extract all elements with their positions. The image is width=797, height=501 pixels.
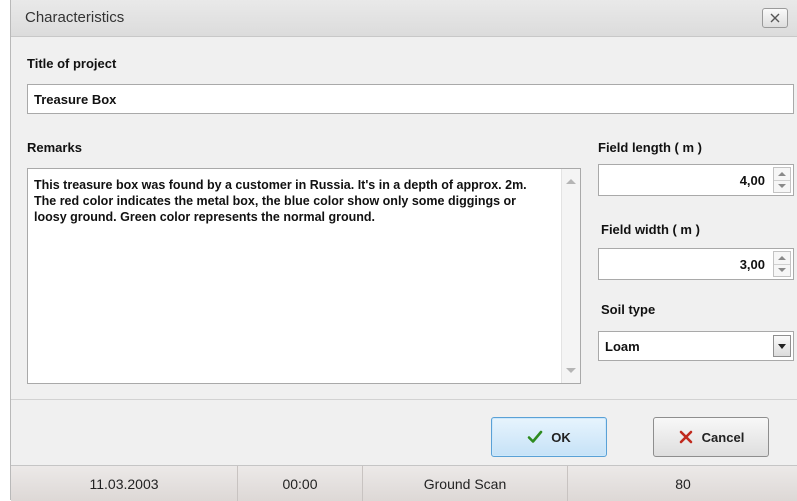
soil-type-value: Loam	[605, 339, 640, 354]
scroll-up-icon[interactable]	[566, 179, 576, 184]
chevron-up-icon	[778, 256, 786, 260]
title-bar: Characteristics	[11, 0, 797, 37]
status-value: 80	[675, 475, 691, 492]
close-button[interactable]	[762, 8, 788, 28]
chevron-up-icon	[778, 172, 786, 176]
remarks-textarea[interactable]: This treasure box was found by a custome…	[27, 168, 581, 384]
project-title-value: Treasure Box	[34, 92, 117, 107]
remarks-label: Remarks	[27, 140, 82, 155]
field-length-value: 4,00	[739, 173, 765, 188]
window-title: Characteristics	[25, 9, 125, 26]
project-title-label: Title of project	[27, 56, 117, 71]
chevron-down-icon	[778, 343, 786, 349]
field-width-spin-buttons	[773, 251, 791, 277]
field-width-value: 3,00	[739, 257, 765, 272]
ok-label: OK	[551, 429, 571, 445]
remarks-scrollbar[interactable]	[561, 169, 580, 383]
checkmark-icon	[527, 430, 543, 443]
soil-type-dropdown-button[interactable]	[773, 335, 791, 357]
characteristics-dialog: Characteristics Title of project Treasur…	[10, 0, 797, 501]
field-length-spin-buttons	[773, 167, 791, 193]
cancel-label: Cancel	[701, 429, 745, 445]
status-date: 11.03.2003	[11, 466, 238, 501]
divider	[11, 399, 797, 400]
field-length-decrement[interactable]	[774, 180, 790, 192]
chevron-down-icon	[778, 268, 786, 272]
status-mode: Ground Scan	[363, 466, 568, 501]
scroll-down-icon[interactable]	[566, 368, 576, 373]
field-length-label: Field length ( m )	[598, 140, 702, 155]
close-icon	[770, 13, 780, 23]
cross-icon	[679, 430, 692, 444]
status-time: 00:00	[238, 466, 363, 501]
soil-type-select[interactable]: Loam	[598, 331, 794, 361]
chevron-down-icon	[778, 184, 786, 188]
field-width-decrement[interactable]	[774, 264, 790, 276]
cancel-button[interactable]: Cancel	[653, 417, 769, 457]
ok-button[interactable]: OK	[491, 417, 607, 457]
status-bar: 11.03.2003 00:00 Ground Scan 80	[11, 465, 797, 501]
project-title-input[interactable]: Treasure Box	[27, 84, 794, 114]
field-width-label: Field width ( m )	[601, 222, 700, 237]
remarks-text: This treasure box was found by a custome…	[34, 178, 527, 224]
soil-type-label: Soil type	[601, 302, 656, 317]
field-width-spinner[interactable]: 3,00	[598, 248, 794, 280]
field-length-spinner[interactable]: 4,00	[598, 164, 794, 196]
